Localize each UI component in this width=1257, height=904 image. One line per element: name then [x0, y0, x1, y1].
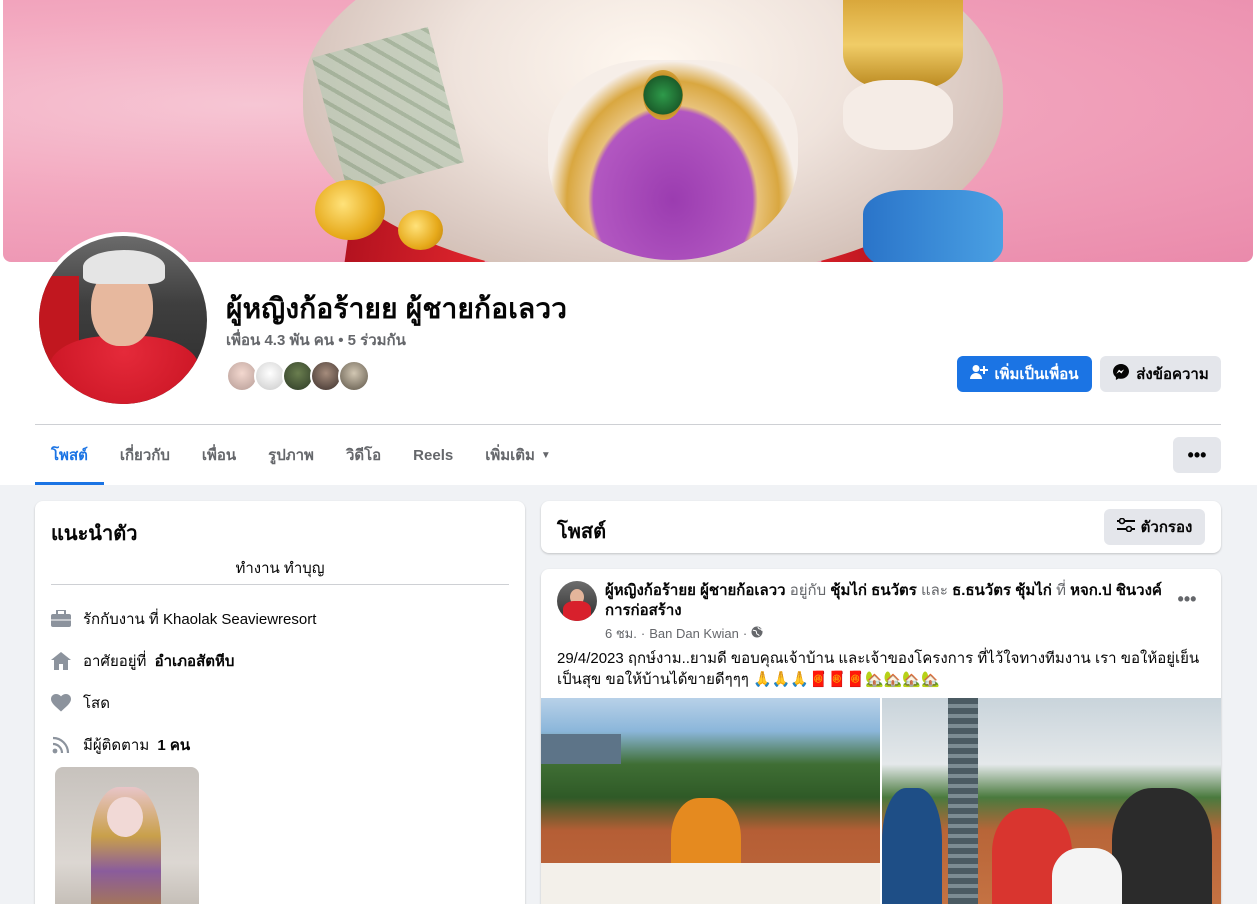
- intro-title: แนะนำตัว: [51, 523, 138, 545]
- followers-prefix: มีผู้ติดตาม: [83, 737, 150, 754]
- profile-avatar[interactable]: [35, 232, 211, 408]
- more-options-button[interactable]: •••: [1173, 437, 1221, 473]
- meta-separator: ·: [742, 626, 748, 641]
- messenger-icon: [1112, 363, 1130, 385]
- cover-coin: [315, 180, 385, 240]
- photo-pole: [948, 698, 978, 904]
- post-with-word: อยู่กับ: [789, 582, 827, 599]
- tab-label: วิดีโอ: [345, 447, 382, 464]
- briefcase-icon: [51, 609, 71, 629]
- post-author-link[interactable]: ผู้หญิงก้อร้ายย ผู้ชายก้อเลวว: [605, 582, 786, 599]
- lives-info: อาศัยอยู่ที่ อำเภอสัตหีบ: [51, 649, 234, 673]
- post-header: ผู้หญิงก้อร้ายย ผู้ชายก้อเลวว อยู่กับ ชุ…: [605, 581, 1165, 621]
- rss-icon: [51, 735, 71, 755]
- photo-roof: [541, 734, 621, 764]
- photo-person: [1112, 788, 1212, 904]
- filter-icon: [1116, 517, 1135, 536]
- post-author-avatar[interactable]: [557, 581, 597, 621]
- post-meta: 6 ชม. · Ban Dan Kwian ·: [605, 623, 763, 644]
- heart-icon: [51, 693, 71, 713]
- lives-prefix: อาศัยอยู่ที่: [83, 653, 147, 670]
- avatar: [39, 236, 207, 404]
- tab-more[interactable]: เพิ่มเติม ▼: [469, 425, 567, 485]
- profile-tabs: โพสต์ เกี่ยวกับ เพื่อน รูปภาพ วิดีโอ Ree…: [35, 425, 567, 485]
- message-label: ส่งข้อความ: [1136, 366, 1209, 383]
- cover-hand: [843, 80, 953, 150]
- message-button[interactable]: ส่งข้อความ: [1100, 356, 1221, 392]
- filter-button[interactable]: ตัวกรอง: [1104, 509, 1205, 545]
- cover-coin: [398, 210, 443, 250]
- cover-gold-pot: [843, 0, 963, 90]
- tab-about[interactable]: เกี่ยวกับ: [104, 425, 186, 485]
- add-friend-icon: [970, 364, 989, 384]
- photo-person: [1052, 848, 1122, 904]
- post-place-link[interactable]: Ban Dan Kwian: [649, 626, 739, 641]
- home-icon: [51, 651, 71, 671]
- work-prefix: รักกับงาน ที่: [83, 611, 159, 628]
- post-card: ผู้หญิงก้อร้ายย ผู้ชายก้อเลวว อยู่กับ ชุ…: [541, 569, 1221, 904]
- tab-label: เพิ่มเติม: [485, 447, 535, 464]
- filter-label: ตัวกรอง: [1140, 519, 1193, 536]
- add-friend-button[interactable]: เพิ่มเป็นเพื่อน: [957, 356, 1092, 392]
- profile-header: ผู้หญิงก้อร้ายย ผู้ชายก้อเลวว เพื่อน 4.3…: [0, 0, 1257, 485]
- followers-info: มีผู้ติดตาม 1 คน: [51, 733, 190, 757]
- avatar-cap: [83, 250, 165, 284]
- meta-separator: ·: [640, 626, 646, 641]
- tab-reels[interactable]: Reels: [397, 425, 469, 485]
- friend-count[interactable]: เพื่อน 4.3 พัน คน • 5 ร่วมกัน: [226, 328, 406, 352]
- work-place-link[interactable]: Khaolak Seaviewresort: [163, 611, 316, 628]
- tab-label: เพื่อน: [201, 447, 237, 464]
- post-timestamp[interactable]: 6 ชม.: [605, 623, 637, 644]
- post-and-word: และ: [920, 582, 948, 599]
- more-dots-icon: •••: [1187, 444, 1207, 465]
- intro-card: แนะนำตัว ทำงาน ทำบุญ รักกับงาน ที่ Khaol…: [35, 501, 525, 904]
- bio-text: ทำงาน ทำบุญ: [235, 560, 325, 577]
- tab-label: โพสต์: [51, 447, 88, 464]
- tab-label: Reels: [413, 446, 454, 464]
- tab-label: รูปภาพ: [268, 447, 314, 464]
- post-photo[interactable]: [882, 698, 1221, 904]
- lives-place-link[interactable]: อำเภอสัตหีบ: [155, 649, 235, 673]
- post-tag-link[interactable]: ธ.ธนวัตร ชุ้มไก่: [952, 582, 1052, 599]
- photo-table: [541, 863, 880, 904]
- mutual-friend-avatar[interactable]: [338, 360, 370, 392]
- featured-figure-head: [107, 797, 143, 837]
- relationship-status: โสด: [83, 695, 110, 712]
- cover-blue-cloth: [863, 190, 1003, 262]
- tab-label: เกี่ยวกับ: [119, 447, 170, 464]
- tab-friends[interactable]: เพื่อน: [186, 425, 252, 485]
- featured-photo[interactable]: [55, 767, 199, 904]
- post-at-word: ที่: [1056, 582, 1066, 599]
- more-dots-icon: •••: [1177, 588, 1197, 609]
- followers-count-link[interactable]: 1 คน: [157, 733, 190, 757]
- posts-title: โพสต์: [557, 521, 607, 543]
- tab-photos[interactable]: รูปภาพ: [252, 425, 330, 485]
- work-info: รักกับงาน ที่ Khaolak Seaviewresort: [51, 607, 316, 631]
- globe-icon[interactable]: [751, 626, 763, 641]
- tab-posts[interactable]: โพสต์: [35, 425, 104, 485]
- caret-down-icon: ▼: [540, 449, 551, 461]
- cover-gem: [643, 70, 683, 120]
- cover-photo[interactable]: [3, 0, 1253, 262]
- post-photo[interactable]: [541, 698, 880, 904]
- post-text: 29/4/2023 ฤกษ์งาม..ยามดี ขอบคุณเจ้าบ้าน …: [557, 650, 1200, 688]
- bio-divider: [51, 584, 509, 585]
- post-options-button[interactable]: •••: [1171, 585, 1203, 613]
- post-tag-link[interactable]: ชุ้มไก่ ธนวัตร: [830, 582, 917, 599]
- avatar-shirt: [49, 336, 199, 404]
- posts-header-card: โพสต์ ตัวกรอง: [541, 501, 1221, 553]
- profile-name: ผู้หญิงก้อร้ายย ผู้ชายก้อเลวว: [226, 293, 568, 324]
- tab-videos[interactable]: วิดีโอ: [330, 425, 397, 485]
- relationship-info: โสด: [51, 691, 110, 715]
- add-friend-label: เพิ่มเป็นเพื่อน: [994, 366, 1079, 383]
- photo-person: [882, 788, 942, 904]
